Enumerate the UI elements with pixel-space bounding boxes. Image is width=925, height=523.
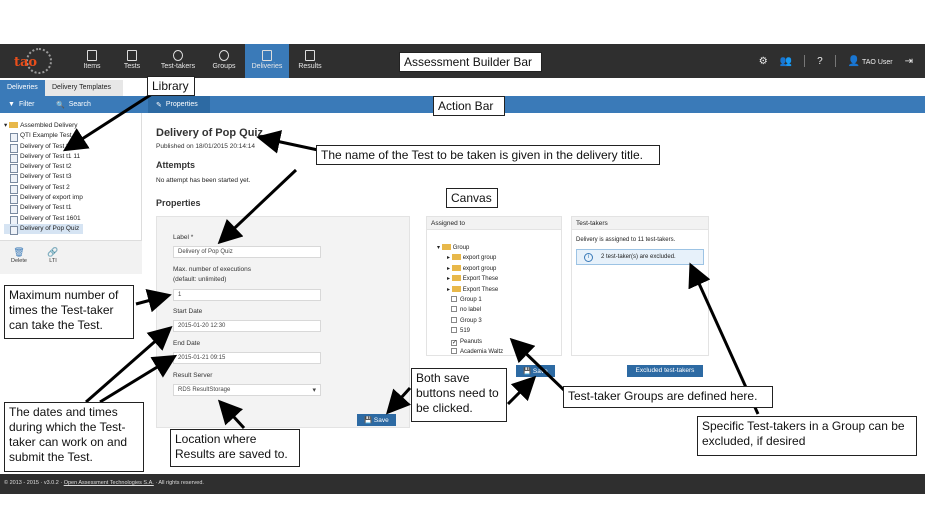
callout-action-bar: Action Bar — [433, 96, 505, 116]
callout-groups-note: Test-taker Groups are defined here. — [563, 386, 773, 408]
title-to-label-arrow — [217, 168, 298, 245]
callout-title-note: The name of the Test to be taken is give… — [316, 145, 660, 165]
callout-canvas: Canvas — [446, 188, 498, 208]
callout-library: Library — [147, 76, 195, 96]
callout-max-note: Maximum number of times the Test-taker c… — [4, 285, 134, 339]
result-server-arrow — [217, 399, 246, 430]
save-right-arrow — [506, 375, 537, 406]
save-left-arrow — [385, 386, 412, 415]
library-arrow — [62, 92, 153, 152]
callout-builder-bar: Assessment Builder Bar — [399, 52, 542, 72]
max-arrow — [135, 289, 172, 313]
start-date-arrow — [85, 326, 173, 404]
callout-dates-note: The dates and times during which the Tes… — [4, 402, 144, 472]
callout-exclude-note: Specific Test-takers in a Group can be e… — [697, 416, 917, 456]
callout-location-note: Location where Results are saved to. — [170, 429, 300, 467]
callout-save-note: Both save buttons need to be clicked. — [411, 368, 507, 422]
title-arrow — [256, 130, 319, 154]
groups-arrow — [509, 337, 568, 394]
